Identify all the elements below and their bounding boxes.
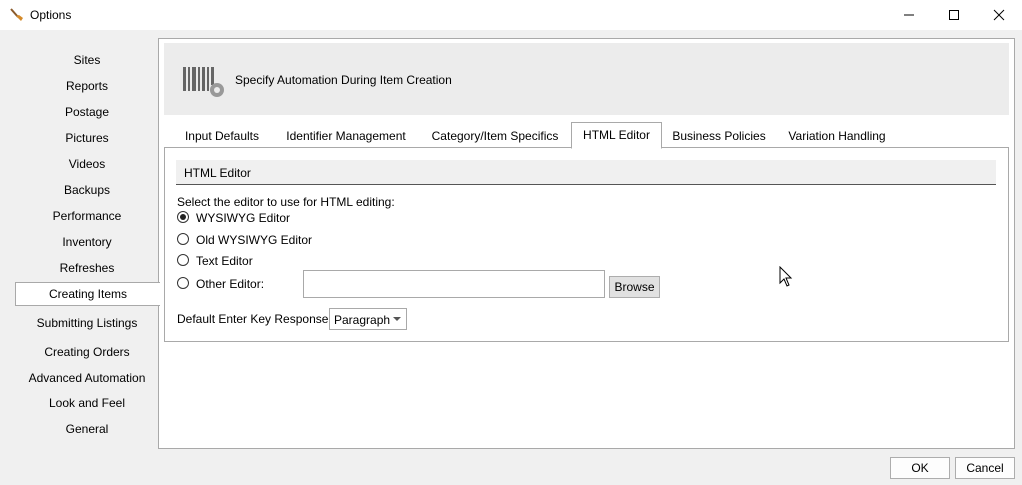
- sidebar-item-postage[interactable]: Postage: [0, 105, 174, 119]
- section-header: Specify Automation During Item Creation: [164, 43, 1009, 115]
- cancel-button[interactable]: Cancel: [955, 457, 1015, 479]
- chevron-down-icon: [393, 317, 401, 321]
- enter-key-response-label: Default Enter Key Response:: [177, 312, 332, 326]
- sidebar-item-performance[interactable]: Performance: [0, 209, 174, 223]
- radio-text-editor-label[interactable]: Text Editor: [196, 254, 253, 268]
- sidebar-item-pictures[interactable]: Pictures: [0, 131, 174, 145]
- sidebar-item-inventory[interactable]: Inventory: [0, 235, 174, 249]
- enter-key-response-select[interactable]: Paragraph: [329, 308, 407, 330]
- sidebar-item-look-and-feel[interactable]: Look and Feel: [0, 396, 174, 410]
- group-title: HTML Editor: [184, 166, 251, 180]
- close-button[interactable]: [976, 0, 1022, 30]
- radio-wysiwyg-editor[interactable]: [177, 211, 189, 223]
- tab-category-item-specifics[interactable]: Category/Item Specifics: [428, 128, 562, 148]
- tab-business-policies[interactable]: Business Policies: [671, 128, 767, 148]
- other-editor-path-input[interactable]: [303, 270, 605, 298]
- sidebar-item-videos[interactable]: Videos: [0, 157, 174, 171]
- sidebar-item-reports[interactable]: Reports: [0, 79, 174, 93]
- tab-variation-handling[interactable]: Variation Handling: [783, 128, 891, 148]
- sidebar-item-creating-orders[interactable]: Creating Orders: [0, 345, 174, 359]
- radio-old-wysiwyg-editor[interactable]: [177, 233, 189, 245]
- tab-input-defaults[interactable]: Input Defaults: [180, 128, 264, 148]
- minimize-button[interactable]: [886, 0, 932, 30]
- broom-icon: [10, 8, 23, 21]
- ok-button[interactable]: OK: [890, 457, 950, 479]
- enter-key-response-value: Paragraph: [334, 313, 391, 327]
- radio-other-editor[interactable]: [177, 277, 189, 289]
- sidebar-item-submitting-listings[interactable]: Submitting Listings: [0, 316, 174, 330]
- editor-select-prompt: Select the editor to use for HTML editin…: [177, 195, 395, 209]
- title-bar: Options: [0, 0, 1022, 30]
- maximize-button[interactable]: [931, 0, 977, 30]
- radio-other-editor-label[interactable]: Other Editor:: [196, 277, 264, 291]
- sidebar-item-backups[interactable]: Backups: [0, 183, 174, 197]
- section-header-text: Specify Automation During Item Creation: [235, 73, 452, 87]
- sidebar-item-general[interactable]: General: [0, 422, 174, 436]
- sidebar-item-sites[interactable]: Sites: [0, 53, 174, 67]
- barcode-gear-icon: [183, 67, 224, 97]
- sidebar-item-creating-items[interactable]: Creating Items: [15, 282, 160, 306]
- group-header: HTML Editor: [176, 160, 996, 185]
- tab-html-editor[interactable]: HTML Editor: [571, 122, 662, 149]
- maximize-icon: [949, 10, 959, 20]
- close-icon: [993, 9, 1005, 21]
- window-title: Options: [30, 8, 72, 22]
- radio-text-editor[interactable]: [177, 254, 189, 266]
- browse-button[interactable]: Browse: [609, 276, 660, 298]
- radio-old-wysiwyg-editor-label[interactable]: Old WYSIWYG Editor: [196, 233, 312, 247]
- mouse-cursor-icon: [779, 266, 793, 287]
- tab-identifier-management[interactable]: Identifier Management: [280, 128, 412, 148]
- minimize-icon: [904, 14, 914, 16]
- sidebar-item-advanced-automation[interactable]: Advanced Automation: [0, 371, 174, 385]
- sidebar-item-refreshes[interactable]: Refreshes: [0, 261, 174, 275]
- radio-wysiwyg-editor-label[interactable]: WYSIWYG Editor: [196, 211, 290, 225]
